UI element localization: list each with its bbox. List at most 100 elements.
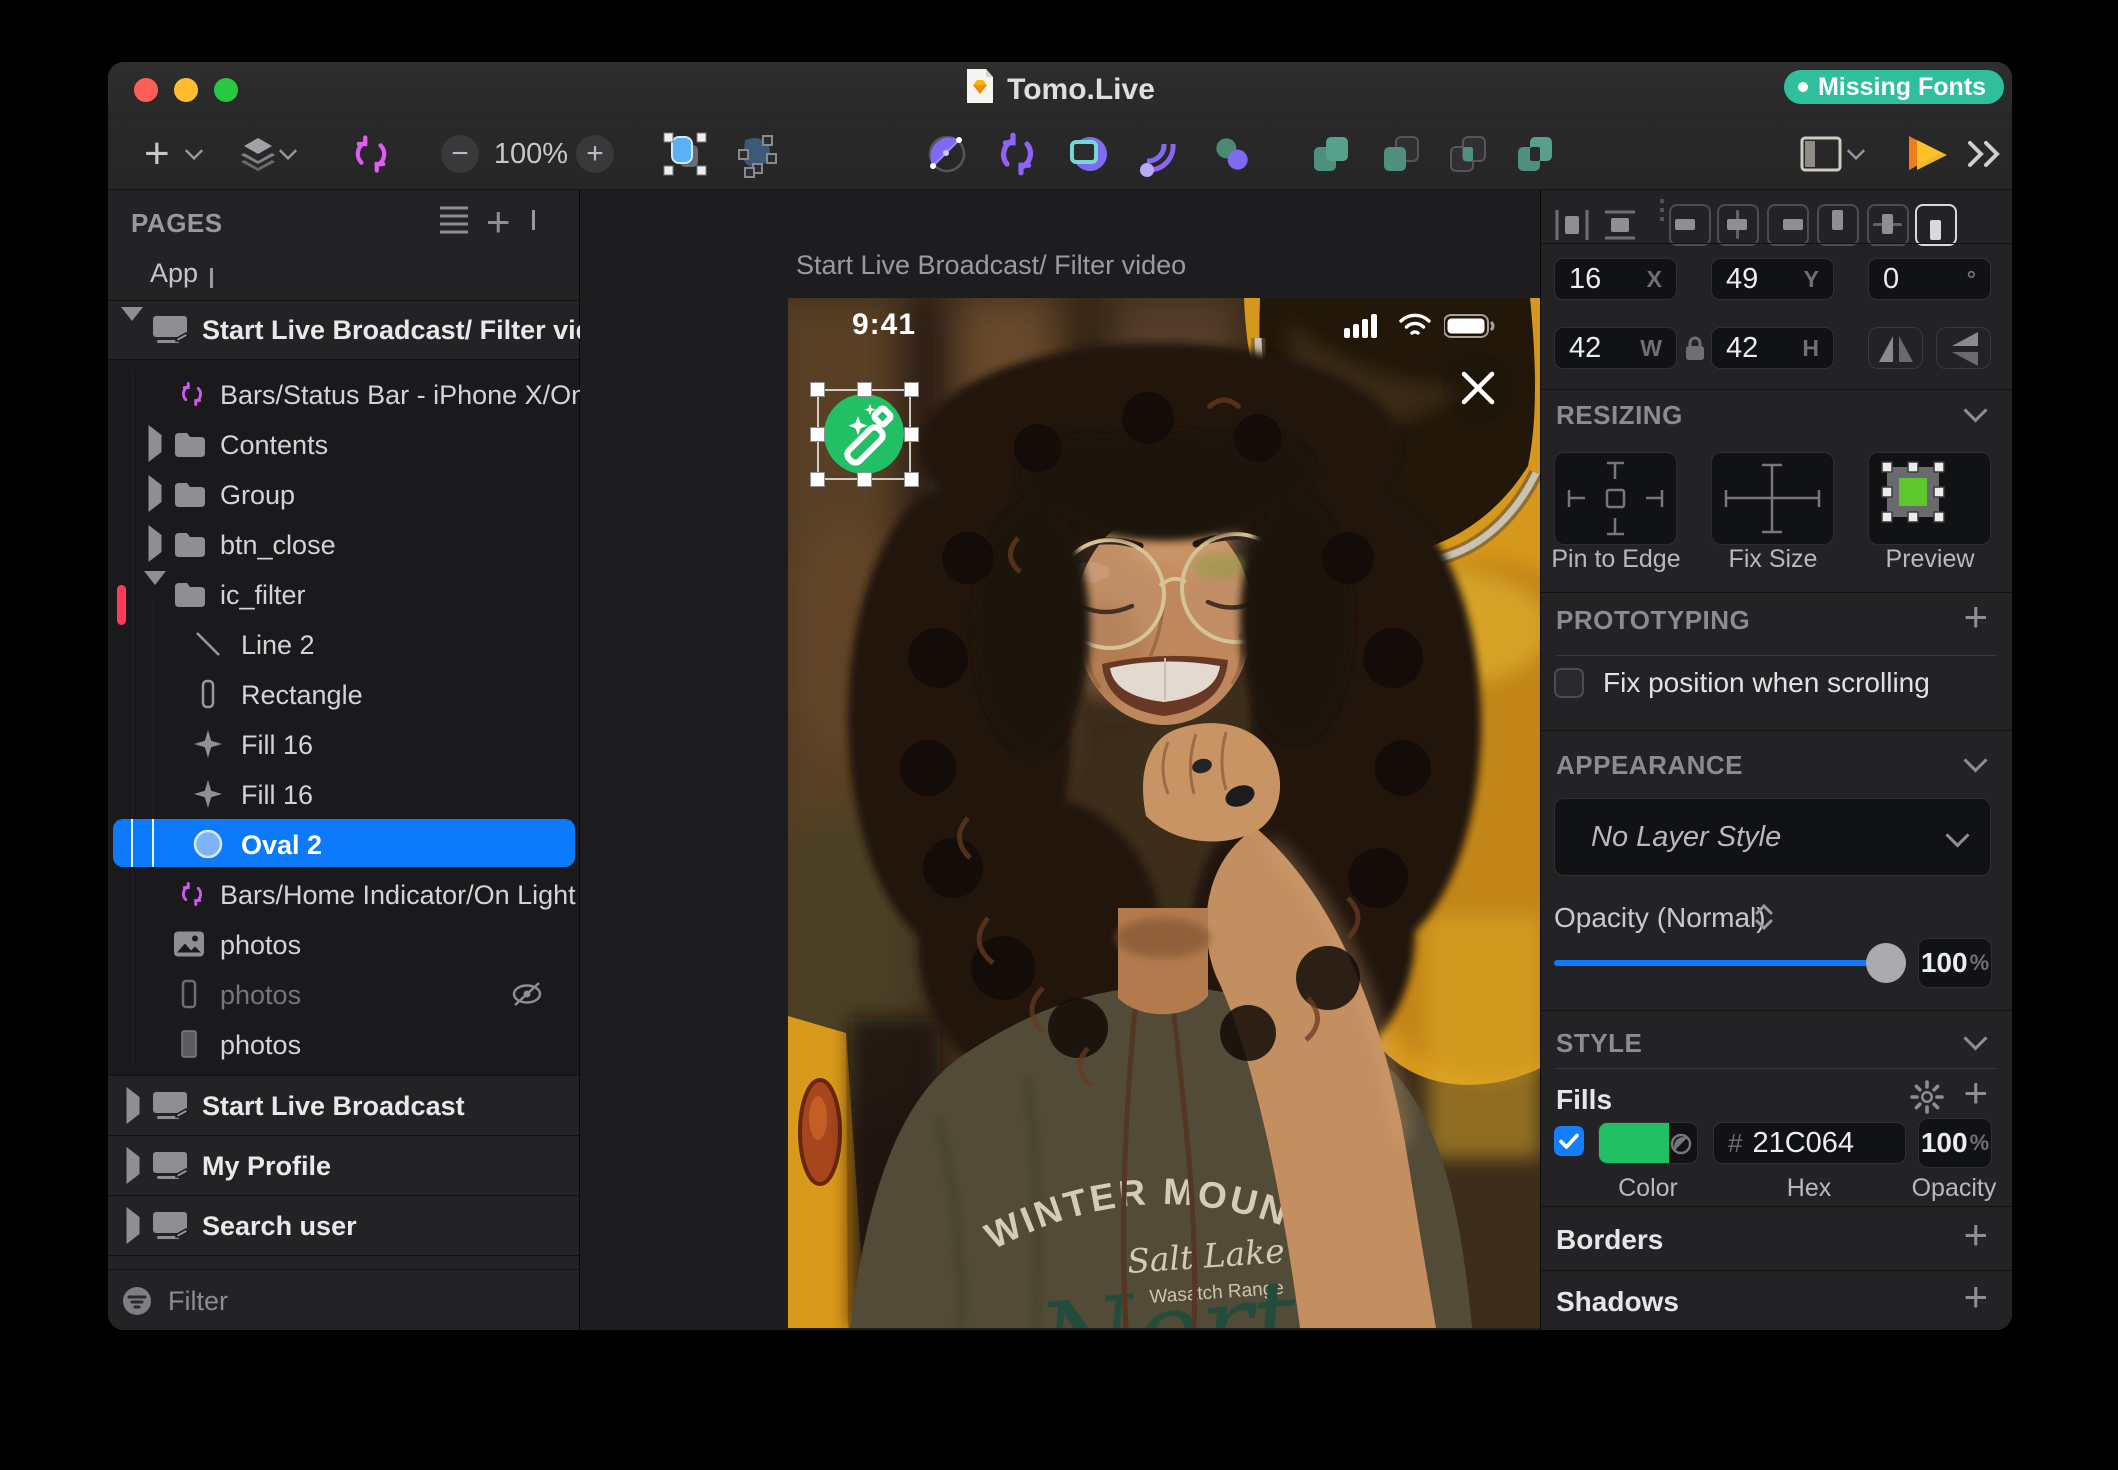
fill-opacity-box[interactable]: 100 % <box>1918 1118 1992 1168</box>
boolean-union-icon[interactable] <box>1308 118 1354 190</box>
insert-chevron-icon[interactable] <box>186 118 202 190</box>
disclosure-collapsed-icon[interactable] <box>127 1157 140 1175</box>
appearance-collapse-icon[interactable] <box>1963 748 1987 772</box>
opacity-value-box[interactable]: 100 % <box>1918 938 1992 988</box>
fill-settings-gear-icon[interactable] <box>1910 1080 1944 1119</box>
artboard-row[interactable]: My Profile <box>108 1136 579 1196</box>
fill-color-swatch[interactable] <box>1599 1123 1669 1164</box>
layer-style-dropdown[interactable]: No Layer Style <box>1554 798 1991 876</box>
selection-handle[interactable] <box>857 472 872 487</box>
style-collapse-icon[interactable] <box>1963 1026 1987 1050</box>
layer-row-fill[interactable]: Fill 16 <box>108 769 579 819</box>
selection-handle[interactable] <box>810 427 825 442</box>
boolean-intersect-icon[interactable] <box>1445 118 1491 190</box>
boolean-subtract-icon[interactable] <box>1378 118 1424 190</box>
flip-horizontal-button[interactable] <box>1868 327 1923 369</box>
layer-filter-bar[interactable]: Filter <box>108 1270 579 1330</box>
scale-tool-icon[interactable] <box>1135 118 1183 190</box>
fill-hex-input[interactable] <box>1752 1127 1891 1160</box>
fix-position-checkbox[interactable] <box>1554 668 1584 698</box>
zoom-in-button[interactable]: + <box>576 135 614 173</box>
preview-play-icon[interactable] <box>1905 118 1949 190</box>
x-position-field[interactable]: X <box>1554 258 1677 300</box>
selection-handle[interactable] <box>857 382 872 397</box>
disclosure-collapsed-icon[interactable] <box>149 435 162 453</box>
layer-row-oval-selected[interactable]: Oval 2 <box>108 819 579 869</box>
hidden-eye-icon[interactable] <box>508 979 546 1014</box>
fill-color-well[interactable] <box>1598 1122 1698 1164</box>
layer-row-symbol[interactable]: Bars/Home Indicator/On Light <box>108 869 579 919</box>
gradient-toggle-icon[interactable] <box>1670 1133 1692 1160</box>
blend-mode-stepper-icon[interactable] <box>1753 902 1775 937</box>
align-middle-vertical-icon[interactable] <box>1867 204 1909 246</box>
fill-enabled-checkbox[interactable] <box>1554 1126 1584 1156</box>
resizing-collapse-icon[interactable] <box>1963 398 1987 422</box>
flip-vertical-button[interactable] <box>1936 327 1991 369</box>
missing-fonts-badge[interactable]: Missing Fonts <box>1784 70 2004 104</box>
boolean-difference-icon[interactable] <box>1512 118 1558 190</box>
zoom-level[interactable]: 100% <box>496 118 566 190</box>
rotation-field[interactable]: ° <box>1868 258 1991 300</box>
artboard-title-label[interactable]: Start Live Broadcast/ Filter video <box>796 250 1186 281</box>
opacity-slider-track[interactable] <box>1554 960 1894 966</box>
layer-row-fill[interactable]: Fill 16 <box>108 719 579 769</box>
add-prototype-link-button[interactable]: + <box>1963 602 1988 632</box>
edit-points-tool-icon[interactable] <box>733 118 781 190</box>
selection-handle[interactable] <box>810 472 825 487</box>
align-left-icon[interactable] <box>1669 204 1711 246</box>
layer-row-line[interactable]: Line 2 <box>108 619 579 669</box>
artboard-row[interactable]: Search user <box>108 1196 579 1256</box>
layer-list-button[interactable] <box>236 118 280 190</box>
mask-tool-icon[interactable] <box>1063 118 1111 190</box>
page-list-icon[interactable] <box>438 204 470 239</box>
add-page-button[interactable]: + <box>486 198 511 246</box>
layer-row-image[interactable]: photos <box>108 1019 579 1069</box>
disclosure-collapsed-icon[interactable] <box>127 1217 140 1235</box>
layer-list-chevron-icon[interactable] <box>280 118 296 190</box>
canvas[interactable]: Start Live Broadcast/ Filter video <box>580 190 1540 1330</box>
align-center-horizontal-icon[interactable] <box>1717 204 1759 246</box>
layer-row-folder[interactable]: Contents <box>108 419 579 469</box>
symbols-sync-icon[interactable] <box>348 118 394 190</box>
layer-row-image-hidden[interactable]: photos <box>108 969 579 1019</box>
layer-row-folder[interactable]: btn_close <box>108 519 579 569</box>
lock-aspect-icon[interactable] <box>1683 334 1707 367</box>
inspector-toggle-chevron-icon[interactable] <box>1848 118 1864 190</box>
layer-row-image[interactable]: photos <box>108 919 579 969</box>
fix-size-button[interactable] <box>1711 452 1834 545</box>
selection-handle[interactable] <box>810 382 825 397</box>
selection-handle[interactable] <box>904 427 919 442</box>
pin-to-edge-button[interactable] <box>1554 452 1677 545</box>
insert-button[interactable]: + <box>144 118 170 190</box>
y-position-input[interactable] <box>1726 263 1804 296</box>
artboard-row-root[interactable]: Start Live Broadcast/ Filter vid... <box>108 301 579 359</box>
zoom-out-button[interactable]: − <box>441 135 479 173</box>
layer-row-symbol[interactable]: Bars/Status Bar - iPhone X/On... <box>108 369 579 419</box>
align-bottom-icon[interactable] <box>1915 204 1957 246</box>
group-select-tool-icon[interactable] <box>660 118 710 190</box>
layer-row-rectangle[interactable]: Rectangle <box>108 669 579 719</box>
pages-collapse-chevron-icon[interactable] <box>532 210 535 228</box>
opacity-slider-knob[interactable] <box>1866 943 1906 983</box>
disclosure-collapsed-icon[interactable] <box>149 485 162 503</box>
align-top-icon[interactable] <box>1817 204 1859 246</box>
artboard-row[interactable]: Start Live Broadcast <box>108 1076 579 1136</box>
fill-hex-field[interactable]: # <box>1713 1122 1906 1164</box>
disclosure-collapsed-icon[interactable] <box>127 1097 140 1115</box>
rotation-input[interactable] <box>1883 263 1967 296</box>
current-page-row[interactable]: App <box>108 252 579 300</box>
add-fill-button[interactable]: + <box>1963 1078 1988 1108</box>
selection-handle[interactable] <box>904 472 919 487</box>
inspector-toggle-icon[interactable] <box>1800 118 1842 190</box>
x-position-input[interactable] <box>1569 263 1647 296</box>
more-tools-icon[interactable] <box>1964 118 2004 190</box>
height-input[interactable] <box>1726 332 1802 365</box>
width-input[interactable] <box>1569 332 1640 365</box>
selection-handle[interactable] <box>904 382 919 397</box>
align-right-icon[interactable] <box>1767 204 1809 246</box>
y-position-field[interactable]: Y <box>1711 258 1834 300</box>
rotate-tool-icon[interactable] <box>993 118 1041 190</box>
vector-tool-icon[interactable] <box>923 118 971 190</box>
layer-row-folder[interactable]: Group <box>108 469 579 519</box>
disclosure-expanded-icon[interactable] <box>144 585 166 603</box>
